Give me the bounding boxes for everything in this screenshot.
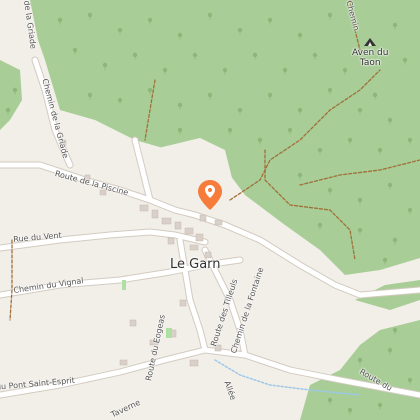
- tree-icon: [402, 57, 408, 63]
- tree-icon: [87, 92, 93, 98]
- tree-icon: [177, 102, 183, 108]
- pitch: [122, 280, 126, 290]
- tree-icon: [207, 12, 213, 18]
- poi-aven-du-taon[interactable]: Aven du Taon: [352, 38, 388, 69]
- location-marker[interactable]: [198, 180, 222, 210]
- tree-icon: [317, 222, 323, 228]
- tree-icon: [5, 107, 11, 113]
- tree-icon: [12, 87, 18, 93]
- tree-icon: [87, 12, 93, 18]
- tree-icon: [392, 22, 398, 28]
- tree-icon: [387, 347, 393, 353]
- tree-icon: [392, 237, 398, 243]
- tree-icon: [287, 127, 293, 133]
- tree-icon: [267, 92, 273, 98]
- tree-icon: [387, 182, 393, 188]
- cave-icon: [364, 38, 377, 46]
- tree-icon: [117, 97, 123, 103]
- tree-icon: [347, 407, 353, 413]
- tree-icon: [102, 62, 108, 68]
- tree-icon: [317, 147, 323, 153]
- tree-icon: [372, 92, 378, 98]
- tree-icon: [377, 147, 383, 153]
- tree-icon: [282, 67, 288, 73]
- tree-icon: [252, 52, 258, 58]
- tree-icon: [407, 377, 413, 383]
- tree-icon: [237, 27, 243, 33]
- forest-area: [0, 60, 22, 130]
- poi-name-line2: Taon: [359, 58, 381, 69]
- tree-icon: [132, 52, 138, 58]
- tree-icon: [297, 107, 303, 113]
- place-label-le-garn: Le Garn: [170, 257, 221, 272]
- tree-icon: [297, 32, 303, 38]
- tree-icon: [147, 87, 153, 93]
- tree-icon: [357, 357, 363, 363]
- tree-icon: [327, 187, 333, 193]
- tree-icon: [407, 137, 413, 143]
- tree-icon: [117, 27, 123, 33]
- map-canvas[interactable]: de la Griade Chemin de la Griade Route d…: [0, 0, 420, 420]
- tree-icon: [72, 47, 78, 53]
- tree-icon: [267, 17, 273, 23]
- poi-name-line1: Aven du: [352, 48, 389, 58]
- tree-icon: [327, 12, 333, 18]
- tree-icon: [177, 127, 183, 133]
- tree-icon: [147, 17, 153, 23]
- tree-icon: [237, 107, 243, 113]
- tree-icon: [312, 52, 318, 58]
- tree-icon: [162, 67, 168, 73]
- tree-icon: [392, 327, 398, 333]
- track: [9, 239, 13, 321]
- tree-icon: [357, 107, 363, 113]
- tree-icon: [177, 32, 183, 38]
- tree-icon: [327, 87, 333, 93]
- tree-icon: [347, 137, 353, 143]
- map-pin-icon: [198, 180, 222, 210]
- tree-icon: [357, 197, 363, 203]
- tree-icon: [57, 17, 63, 23]
- tree-icon: [342, 67, 348, 73]
- tree-icon: [382, 257, 388, 263]
- tree-icon: [387, 117, 393, 123]
- tree-icon: [297, 172, 303, 178]
- tree-icon: [192, 52, 198, 58]
- tree-icon: [327, 397, 333, 403]
- pitch: [166, 328, 172, 338]
- tree-icon: [407, 207, 413, 213]
- tree-icon: [377, 402, 383, 408]
- tree-icon: [207, 92, 213, 98]
- tree-icon: [257, 137, 263, 143]
- tree-icon: [357, 227, 363, 233]
- tree-icon: [227, 127, 233, 133]
- tree-icon: [222, 67, 228, 73]
- road-village-north: [132, 137, 153, 203]
